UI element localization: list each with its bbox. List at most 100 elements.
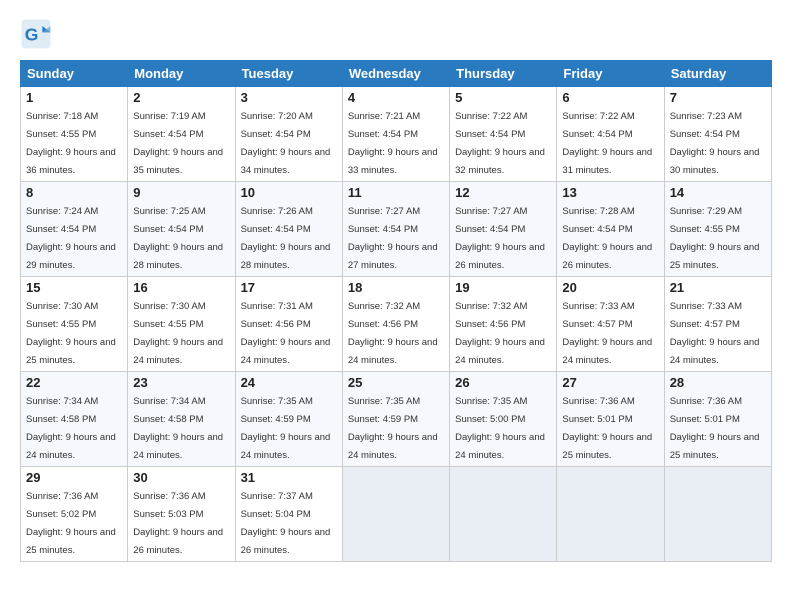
calendar-cell: 7 Sunrise: 7:23 AMSunset: 4:54 PMDaylight… — [664, 87, 771, 182]
calendar-cell: 23 Sunrise: 7:34 AMSunset: 4:58 PMDayligh… — [128, 372, 235, 467]
day-number: 29 — [26, 470, 122, 485]
day-info: Sunrise: 7:37 AMSunset: 5:04 PMDaylight:… — [241, 491, 331, 556]
day-number: 1 — [26, 90, 122, 105]
day-info: Sunrise: 7:36 AMSunset: 5:03 PMDaylight:… — [133, 491, 223, 556]
day-info: Sunrise: 7:24 AMSunset: 4:54 PMDaylight:… — [26, 206, 116, 271]
day-info: Sunrise: 7:19 AMSunset: 4:54 PMDaylight:… — [133, 111, 223, 176]
calendar-cell: 2 Sunrise: 7:19 AMSunset: 4:54 PMDaylight… — [128, 87, 235, 182]
calendar-cell: 20 Sunrise: 7:33 AMSunset: 4:57 PMDayligh… — [557, 277, 664, 372]
calendar-cell: 10 Sunrise: 7:26 AMSunset: 4:54 PMDayligh… — [235, 182, 342, 277]
day-number: 3 — [241, 90, 337, 105]
day-number: 7 — [670, 90, 766, 105]
day-number: 31 — [241, 470, 337, 485]
calendar-cell — [557, 467, 664, 562]
day-number: 6 — [562, 90, 658, 105]
day-info: Sunrise: 7:29 AMSunset: 4:55 PMDaylight:… — [670, 206, 760, 271]
calendar-cell: 24Sunrise: 7:35 AMSunset: 4:59 PMDayligh… — [235, 372, 342, 467]
day-info: Sunrise: 7:28 AMSunset: 4:54 PMDaylight:… — [562, 206, 652, 271]
day-number: 23 — [133, 375, 229, 390]
day-number: 28 — [670, 375, 766, 390]
day-number: 13 — [562, 185, 658, 200]
week-row-5: 29 Sunrise: 7:36 AMSunset: 5:02 PMDayligh… — [21, 467, 772, 562]
logo-icon: G — [20, 18, 52, 50]
day-number: 16 — [133, 280, 229, 295]
day-info: Sunrise: 7:26 AMSunset: 4:54 PMDaylight:… — [241, 206, 331, 271]
day-number: 11 — [348, 185, 444, 200]
day-number: 25 — [348, 375, 444, 390]
day-info: Sunrise: 7:32 AMSunset: 4:56 PMDaylight:… — [455, 301, 545, 366]
day-info: Sunrise: 7:23 AMSunset: 4:54 PMDaylight:… — [670, 111, 760, 176]
calendar-cell — [664, 467, 771, 562]
day-number: 19 — [455, 280, 551, 295]
day-number: 24 — [241, 375, 337, 390]
calendar-cell: 17Sunrise: 7:31 AMSunset: 4:56 PMDayligh… — [235, 277, 342, 372]
weekday-header-row: SundayMondayTuesdayWednesdayThursdayFrid… — [21, 61, 772, 87]
day-number: 9 — [133, 185, 229, 200]
day-number: 2 — [133, 90, 229, 105]
calendar-cell: 26Sunrise: 7:35 AMSunset: 5:00 PMDayligh… — [450, 372, 557, 467]
day-info: Sunrise: 7:32 AMSunset: 4:56 PMDaylight:… — [348, 301, 438, 366]
calendar-cell: 27 Sunrise: 7:36 AMSunset: 5:01 PMDayligh… — [557, 372, 664, 467]
calendar-cell: 31 Sunrise: 7:37 AMSunset: 5:04 PMDayligh… — [235, 467, 342, 562]
day-info: Sunrise: 7:33 AMSunset: 4:57 PMDaylight:… — [670, 301, 760, 366]
day-info: Sunrise: 7:22 AMSunset: 4:54 PMDaylight:… — [455, 111, 545, 176]
week-row-4: 22Sunrise: 7:34 AMSunset: 4:58 PMDayligh… — [21, 372, 772, 467]
day-info: Sunrise: 7:21 AMSunset: 4:54 PMDaylight:… — [348, 111, 438, 176]
calendar-cell: 19 Sunrise: 7:32 AMSunset: 4:56 PMDayligh… — [450, 277, 557, 372]
weekday-header-thursday: Thursday — [450, 61, 557, 87]
calendar-cell: 8Sunrise: 7:24 AMSunset: 4:54 PMDaylight… — [21, 182, 128, 277]
weekday-header-wednesday: Wednesday — [342, 61, 449, 87]
day-number: 4 — [348, 90, 444, 105]
day-number: 26 — [455, 375, 551, 390]
day-info: Sunrise: 7:27 AMSunset: 4:54 PMDaylight:… — [348, 206, 438, 271]
calendar-cell: 30 Sunrise: 7:36 AMSunset: 5:03 PMDayligh… — [128, 467, 235, 562]
calendar-cell: 28 Sunrise: 7:36 AMSunset: 5:01 PMDayligh… — [664, 372, 771, 467]
calendar-cell: 9 Sunrise: 7:25 AMSunset: 4:54 PMDaylight… — [128, 182, 235, 277]
logo: G — [20, 18, 56, 50]
day-info: Sunrise: 7:35 AMSunset: 4:59 PMDaylight:… — [348, 396, 438, 461]
day-number: 27 — [562, 375, 658, 390]
weekday-header-saturday: Saturday — [664, 61, 771, 87]
day-info: Sunrise: 7:36 AMSunset: 5:02 PMDaylight:… — [26, 491, 116, 556]
calendar-cell: 13 Sunrise: 7:28 AMSunset: 4:54 PMDayligh… — [557, 182, 664, 277]
day-number: 10 — [241, 185, 337, 200]
calendar-cell: 12 Sunrise: 7:27 AMSunset: 4:54 PMDayligh… — [450, 182, 557, 277]
calendar-table: SundayMondayTuesdayWednesdayThursdayFrid… — [20, 60, 772, 562]
day-info: Sunrise: 7:22 AMSunset: 4:54 PMDaylight:… — [562, 111, 652, 176]
day-info: Sunrise: 7:20 AMSunset: 4:54 PMDaylight:… — [241, 111, 331, 176]
day-info: Sunrise: 7:33 AMSunset: 4:57 PMDaylight:… — [562, 301, 652, 366]
calendar-cell — [450, 467, 557, 562]
day-info: Sunrise: 7:31 AMSunset: 4:56 PMDaylight:… — [241, 301, 331, 366]
day-info: Sunrise: 7:30 AMSunset: 4:55 PMDaylight:… — [26, 301, 116, 366]
calendar-cell: 21 Sunrise: 7:33 AMSunset: 4:57 PMDayligh… — [664, 277, 771, 372]
day-info: Sunrise: 7:36 AMSunset: 5:01 PMDaylight:… — [562, 396, 652, 461]
calendar-cell: 5 Sunrise: 7:22 AMSunset: 4:54 PMDaylight… — [450, 87, 557, 182]
calendar-cell: 29 Sunrise: 7:36 AMSunset: 5:02 PMDayligh… — [21, 467, 128, 562]
day-info: Sunrise: 7:25 AMSunset: 4:54 PMDaylight:… — [133, 206, 223, 271]
calendar-cell: 15Sunrise: 7:30 AMSunset: 4:55 PMDayligh… — [21, 277, 128, 372]
day-info: Sunrise: 7:34 AMSunset: 4:58 PMDaylight:… — [133, 396, 223, 461]
calendar-cell: 14 Sunrise: 7:29 AMSunset: 4:55 PMDayligh… — [664, 182, 771, 277]
day-info: Sunrise: 7:27 AMSunset: 4:54 PMDaylight:… — [455, 206, 545, 271]
header: G — [20, 18, 772, 50]
weekday-header-friday: Friday — [557, 61, 664, 87]
day-number: 5 — [455, 90, 551, 105]
week-row-2: 8Sunrise: 7:24 AMSunset: 4:54 PMDaylight… — [21, 182, 772, 277]
calendar-cell: 3 Sunrise: 7:20 AMSunset: 4:54 PMDaylight… — [235, 87, 342, 182]
week-row-3: 15Sunrise: 7:30 AMSunset: 4:55 PMDayligh… — [21, 277, 772, 372]
day-info: Sunrise: 7:36 AMSunset: 5:01 PMDaylight:… — [670, 396, 760, 461]
weekday-header-tuesday: Tuesday — [235, 61, 342, 87]
day-number: 30 — [133, 470, 229, 485]
calendar-cell: 1Sunrise: 7:18 AMSunset: 4:55 PMDaylight… — [21, 87, 128, 182]
calendar-cell: 16 Sunrise: 7:30 AMSunset: 4:55 PMDayligh… — [128, 277, 235, 372]
day-number: 14 — [670, 185, 766, 200]
calendar-cell: 25 Sunrise: 7:35 AMSunset: 4:59 PMDayligh… — [342, 372, 449, 467]
calendar-cell: 18Sunrise: 7:32 AMSunset: 4:56 PMDayligh… — [342, 277, 449, 372]
day-info: Sunrise: 7:30 AMSunset: 4:55 PMDaylight:… — [133, 301, 223, 366]
day-number: 20 — [562, 280, 658, 295]
day-number: 21 — [670, 280, 766, 295]
calendar-cell: 6 Sunrise: 7:22 AMSunset: 4:54 PMDaylight… — [557, 87, 664, 182]
day-number: 12 — [455, 185, 551, 200]
calendar-cell: 4 Sunrise: 7:21 AMSunset: 4:54 PMDaylight… — [342, 87, 449, 182]
calendar-cell — [342, 467, 449, 562]
